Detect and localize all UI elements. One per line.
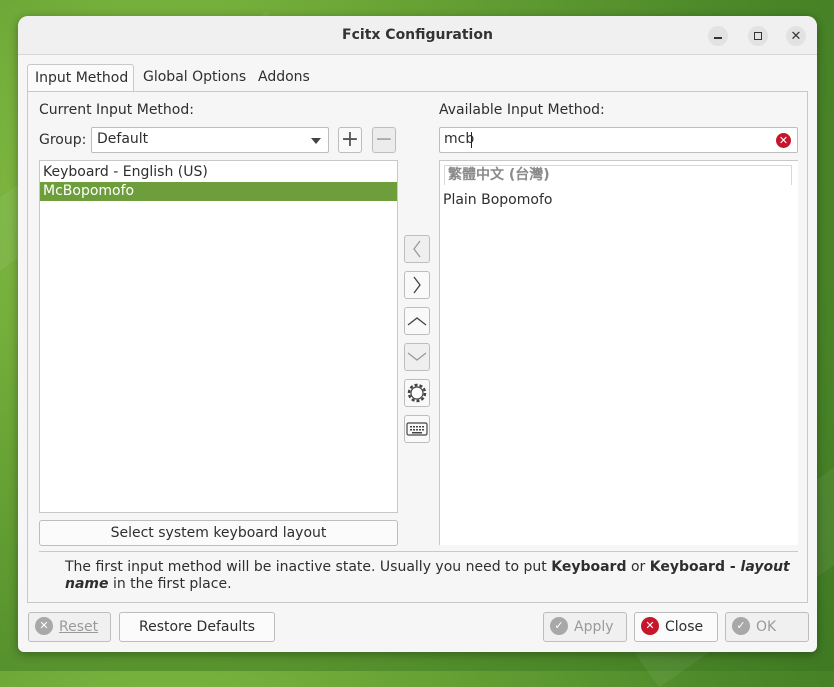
fcitx-config-window: Fcitx Configuration ✕ Input Method Globa… xyxy=(18,16,817,652)
divider xyxy=(39,551,798,552)
tab-global-options[interactable]: Global Options xyxy=(136,64,248,92)
group-select[interactable]: Default xyxy=(91,127,329,153)
text-cursor xyxy=(471,132,472,148)
restore-defaults-button[interactable]: Restore Defaults xyxy=(119,612,275,642)
keyboard-layout-button[interactable] xyxy=(404,415,430,443)
chevron-down-icon xyxy=(311,138,321,144)
language-group-header[interactable]: 繁體中文 (台灣) xyxy=(448,166,550,185)
chevron-up-icon xyxy=(407,317,427,326)
move-up-button[interactable] xyxy=(404,307,430,335)
list-item-selected[interactable]: McBopomofo xyxy=(40,182,397,201)
maximize-icon xyxy=(754,32,762,40)
window-title: Fcitx Configuration xyxy=(342,27,493,43)
current-input-method-list: Keyboard - English (US) McBopomofo xyxy=(39,160,398,513)
close-label: Close xyxy=(665,619,704,635)
check-icon: ✓ xyxy=(732,617,750,635)
move-down-button[interactable] xyxy=(404,343,430,371)
remove-group-button[interactable]: − xyxy=(372,127,396,153)
reset-label: Reset xyxy=(59,619,99,635)
note-text: The first input method will be inactive … xyxy=(65,559,552,575)
chevron-down-icon xyxy=(407,352,427,361)
note-keyword: Keyboard - xyxy=(649,559,741,575)
close-window-button[interactable]: ✕ xyxy=(786,26,806,46)
group-select-value: Default xyxy=(97,131,149,147)
search-input-value: mcb xyxy=(444,131,475,147)
apply-label: Apply xyxy=(574,619,614,635)
check-icon: ✓ xyxy=(550,617,568,635)
move-left-button[interactable] xyxy=(404,235,430,263)
note-text: in the first place. xyxy=(108,576,232,592)
minimize-icon xyxy=(714,37,722,39)
add-group-button[interactable]: + xyxy=(338,127,362,153)
maximize-button[interactable] xyxy=(748,26,768,46)
tab-input-method[interactable]: Input Method xyxy=(27,64,134,92)
ok-button[interactable]: ✓ OK xyxy=(725,612,809,642)
group-header-frame: 繁體中文 (台灣) xyxy=(444,165,792,185)
title-bar: Fcitx Configuration ✕ xyxy=(18,16,817,55)
minus-icon: − xyxy=(374,127,394,152)
plus-icon: + xyxy=(340,127,360,152)
minimize-button[interactable] xyxy=(708,26,728,46)
search-input[interactable]: mcb ✕ xyxy=(439,127,798,153)
reset-icon: ✕ xyxy=(35,617,53,635)
close-icon: ✕ xyxy=(790,28,802,44)
tab-addons[interactable]: Addons xyxy=(251,64,317,92)
close-button[interactable]: ✕ Close xyxy=(634,612,718,642)
close-icon: ✕ xyxy=(641,617,659,635)
chevron-right-icon xyxy=(413,276,421,294)
current-input-method-heading: Current Input Method: xyxy=(39,102,194,118)
reset-button[interactable]: ✕ Reset xyxy=(28,612,111,642)
clear-search-icon[interactable]: ✕ xyxy=(776,133,791,148)
info-note: The first input method will be inactive … xyxy=(65,559,805,593)
note-keyword: Keyboard xyxy=(551,559,627,575)
keyboard-icon xyxy=(406,422,428,436)
select-keyboard-layout-button[interactable]: Select system keyboard layout xyxy=(39,520,398,546)
configure-button[interactable] xyxy=(404,379,430,407)
group-label: Group: xyxy=(39,132,87,148)
chevron-left-icon xyxy=(413,240,421,258)
list-item[interactable]: Plain Bopomofo xyxy=(440,191,798,210)
note-text: or xyxy=(626,559,650,575)
available-input-method-list: 繁體中文 (台灣) Plain Bopomofo xyxy=(439,160,798,545)
ok-label: OK xyxy=(756,619,777,635)
input-method-panel: Current Input Method: Group: Default + −… xyxy=(27,91,808,603)
apply-button[interactable]: ✓ Apply xyxy=(543,612,627,642)
move-right-button[interactable] xyxy=(404,271,430,299)
available-input-method-heading: Available Input Method: xyxy=(439,102,605,118)
list-item[interactable]: Keyboard - English (US) xyxy=(40,163,397,182)
gear-icon xyxy=(407,383,427,403)
